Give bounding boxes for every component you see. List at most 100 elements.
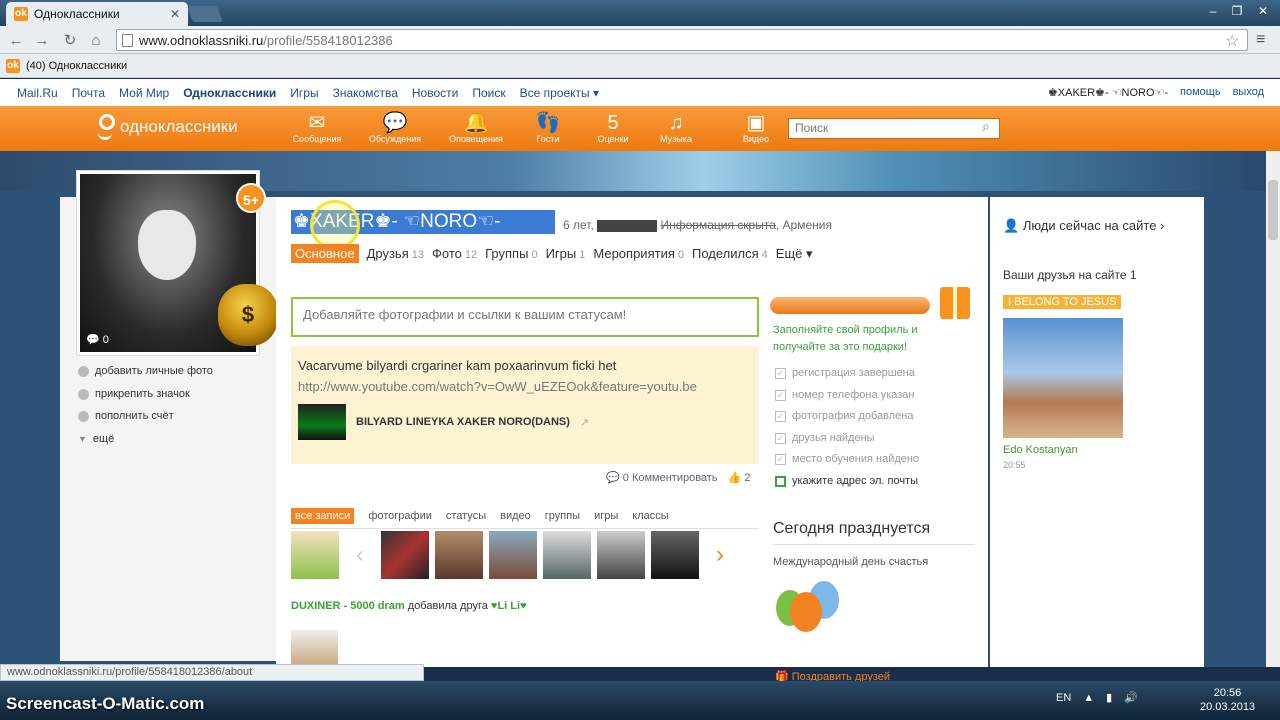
tab-friends[interactable]: Друзья 13 [367, 246, 424, 261]
friend-thumb[interactable] [597, 531, 645, 579]
nav-discussions[interactable]: 💬 Обсуждения [365, 112, 425, 144]
forward-icon[interactable]: → [32, 31, 52, 51]
status-input[interactable]: Добавляйте фотографии и ссылки к вашим с… [291, 297, 759, 337]
more-label: ещё [92, 433, 115, 445]
tab-events[interactable]: Мероприятия 0 [593, 246, 684, 261]
nav-video[interactable]: ▣ Видео [726, 112, 786, 144]
address-bar[interactable]: www.odnoklassniki.ru/profile/55841801238… [116, 29, 1248, 51]
bell-icon: 🔔 [463, 112, 489, 134]
home-icon[interactable]: ⌂ [86, 31, 106, 51]
language-indicator[interactable]: EN [1056, 692, 1071, 704]
portal-link-odnoklassniki[interactable]: Одноклассники [183, 86, 276, 100]
video-icon: ▣ [746, 112, 766, 134]
browser-tab[interactable]: ok Одноклассники ✕ [6, 2, 188, 26]
check-email[interactable]: укажите адрес эл. почты [775, 475, 918, 487]
nav-ratings[interactable]: 5 Оценки [583, 112, 643, 144]
new-tab-button[interactable] [187, 6, 223, 22]
pin-badge-link[interactable]: прикрепить значок [78, 388, 190, 400]
menu-icon[interactable]: ≡ [1256, 31, 1265, 49]
chevron-right-icon[interactable]: › [705, 541, 735, 569]
check-education: ✓ место обучения найдено [775, 453, 920, 465]
checkbox-checked-icon: ✓ [775, 432, 786, 444]
add-photo-link[interactable]: добавить личные фото [78, 365, 213, 377]
profile-fill-hint[interactable]: Заполняйте свой профиль и получайте за э… [773, 322, 953, 356]
feed-entry: DUXINER - 5000 dram добавила друга ♥Li L… [291, 600, 527, 612]
chevron-left-icon[interactable]: ‹ [345, 541, 375, 569]
logout-link[interactable]: выход [1233, 86, 1264, 99]
feed-tab-groups[interactable]: группы [545, 510, 580, 522]
people-online-link[interactable]: 👤 Люди сейчас на сайте › [1003, 218, 1164, 234]
current-user[interactable]: ♚XAKER♚- ☜NORO☜- [1048, 86, 1168, 99]
nav-music[interactable]: ♫ Музыка [646, 112, 706, 144]
post-video[interactable]: BILYARD LINEYKA XAKER NORO(DANS) ↗ [298, 404, 752, 440]
feed-friend[interactable]: ♥Li Li♥ [491, 600, 527, 612]
feed-user[interactable]: DUXINER - 5000 dram [291, 600, 405, 612]
portal-link-mail[interactable]: Почта [72, 86, 105, 100]
post-link[interactable]: http://www.youtube.com/watch?v=OwW_uEZEO… [298, 379, 752, 394]
feed-tab-statuses[interactable]: статусы [446, 510, 486, 522]
portal-link-all-projects[interactable]: Все проекты ▾ [520, 86, 599, 100]
tab-photos[interactable]: Фото 12 [432, 246, 477, 261]
video-title[interactable]: BILYARD LINEYKA XAKER NORO(DANS) [356, 416, 570, 428]
help-link[interactable]: помощь [1180, 86, 1221, 99]
maximize-icon[interactable]: ❐ [1224, 2, 1250, 20]
gold-pot-icon[interactable]: $ [218, 284, 278, 346]
portal-link-dating[interactable]: Знакомства [333, 86, 398, 100]
rating-icon: 5 [607, 112, 619, 134]
like-button[interactable]: 👍 2 [728, 471, 751, 484]
status-post: Vacarvume bilyardi crgariner kam poxaari… [291, 346, 759, 464]
close-window-icon[interactable]: ✕ [1250, 2, 1276, 20]
feed-tab-games[interactable]: игры [594, 510, 618, 522]
portal-link-games[interactable]: Игры [290, 86, 318, 100]
feed-tab-all[interactable]: все записи [291, 508, 355, 524]
reload-icon[interactable]: ↻ [60, 31, 80, 51]
portal-link-mailru[interactable]: Mail.Ru [17, 86, 58, 100]
nav-notifications[interactable]: 🔔 Оповещения [446, 112, 506, 144]
profile-country[interactable]: , Армения [776, 218, 832, 232]
site-search-input[interactable]: Поиск [788, 118, 1000, 139]
site-logo[interactable]: одноклассники [96, 114, 238, 140]
checkbox-checked-icon: ✓ [775, 367, 786, 379]
tab-games[interactable]: Игры 1 [546, 246, 586, 261]
friend-thumb[interactable] [543, 531, 591, 579]
profile-age: 6 лет, [563, 218, 594, 232]
tab-main[interactable]: Основное [291, 244, 359, 263]
nav-messages[interactable]: ✉ Сообщения [287, 112, 347, 144]
portal-link-myworld[interactable]: Мой Мир [119, 86, 169, 100]
bookmark-star-icon[interactable]: ☆ [1225, 31, 1239, 51]
back-icon[interactable]: ← [6, 31, 26, 51]
friends-group-icon[interactable] [291, 531, 339, 579]
feed-tab-classes[interactable]: классы [632, 510, 668, 522]
more-link[interactable]: ▼ ещё [78, 433, 114, 445]
volume-icon[interactable]: 🔊 [1124, 691, 1138, 704]
friend-thumb[interactable] [651, 531, 699, 579]
url-path: /profile/558418012386 [263, 32, 393, 48]
check-friends: ✓ друзья найдены [775, 432, 875, 444]
nav-guests[interactable]: 👣 Гости [518, 112, 578, 144]
network-icon[interactable]: ▮ [1106, 691, 1112, 704]
portal-link-news[interactable]: Новости [412, 86, 458, 100]
tab-more[interactable]: Ещё ▾ [776, 246, 813, 262]
friend-thumb[interactable] [435, 531, 483, 579]
scrollbar-thumb[interactable] [1268, 180, 1278, 240]
minimize-icon[interactable]: – [1200, 2, 1226, 20]
friend-thumb[interactable] [489, 531, 537, 579]
portal-link-search[interactable]: Поиск [472, 86, 505, 100]
feed-tab-photos[interactable]: фотографии [368, 510, 432, 522]
tray-up-icon[interactable]: ▲ [1083, 692, 1094, 704]
feed-image[interactable] [291, 630, 338, 667]
search-icon[interactable]: ⌕ [982, 118, 990, 135]
friend-name[interactable]: Edo Kostanyan [1003, 444, 1078, 456]
topup-link[interactable]: пополнить счёт [78, 410, 174, 422]
video-thumbnail[interactable] [298, 404, 346, 440]
close-tab-icon[interactable]: ✕ [170, 7, 180, 21]
friend-thumb[interactable] [381, 531, 429, 579]
bookmark-item[interactable]: (40) Одноклассники [26, 60, 127, 72]
comment-button[interactable]: 💬 0 Комментировать [606, 471, 718, 484]
feed-tab-video[interactable]: видео [500, 510, 531, 522]
tab-shared[interactable]: Поделился 4 [692, 246, 768, 261]
friend-photo[interactable] [1003, 318, 1123, 438]
clock[interactable]: 20:56 20.03.2013 [1200, 686, 1255, 714]
tab-groups[interactable]: Группы 0 [485, 246, 537, 261]
nav-notifications-label: Оповещения [449, 134, 503, 144]
